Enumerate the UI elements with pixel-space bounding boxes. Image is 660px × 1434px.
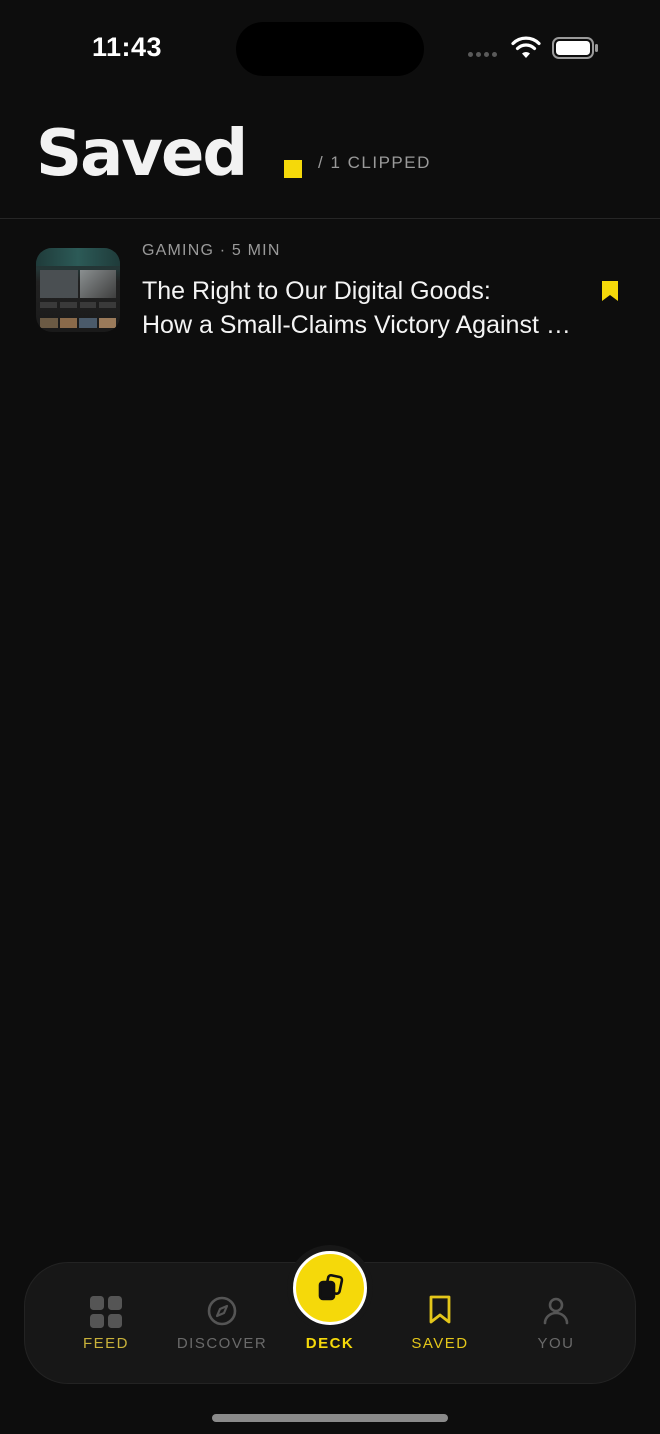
- title-accent-dot: [284, 160, 302, 178]
- article-meta: GAMING · 5 MIN: [142, 242, 281, 259]
- bookmark-filled-icon[interactable]: [601, 280, 619, 302]
- page-title: Saved: [36, 117, 248, 191]
- cards-icon: [318, 1273, 344, 1301]
- tab-saved-label: SAVED: [411, 1335, 469, 1352]
- tab-you-label: YOU: [537, 1335, 575, 1352]
- tab-feed-label: FEED: [82, 1335, 129, 1352]
- tab-bar: FEED DISCOVER DECK SAVED YOU: [24, 1251, 636, 1384]
- article-thumbnail: [36, 248, 120, 332]
- tab-deck[interactable]: DECK: [275, 1251, 385, 1383]
- cellular-signal-icon: [468, 52, 497, 57]
- saved-article-item[interactable]: GAMING · 5 MIN The Right to Our Digital …: [0, 220, 660, 350]
- home-indicator[interactable]: [212, 1414, 448, 1422]
- wifi-icon: [511, 36, 541, 58]
- bookmark-icon: [429, 1295, 451, 1324]
- article-title-line-2: How a Small-Claims Victory Against Valve: [142, 311, 582, 339]
- compass-icon: [207, 1296, 237, 1326]
- tab-saved[interactable]: SAVED: [385, 1263, 495, 1383]
- person-icon: [543, 1297, 569, 1325]
- page-header: Saved / 1 CLIPPED: [0, 100, 660, 219]
- clipped-count: / 1 CLIPPED: [318, 153, 431, 172]
- article-title-line-1: The Right to Our Digital Goods:: [142, 277, 491, 305]
- dynamic-island: [236, 22, 424, 76]
- tab-feed[interactable]: FEED: [51, 1263, 161, 1383]
- article-title: The Right to Our Digital Goods: How a Sm…: [142, 274, 582, 342]
- grid-icon: [90, 1296, 122, 1328]
- battery-icon: [552, 37, 598, 59]
- status-bar: 11:43: [0, 0, 660, 100]
- tab-discover[interactable]: DISCOVER: [167, 1263, 277, 1383]
- deck-button[interactable]: [293, 1251, 367, 1325]
- status-time: 11:43: [92, 32, 163, 62]
- tab-deck-label: DECK: [305, 1335, 355, 1352]
- tab-you[interactable]: YOU: [501, 1263, 611, 1383]
- tab-discover-label: DISCOVER: [176, 1335, 268, 1352]
